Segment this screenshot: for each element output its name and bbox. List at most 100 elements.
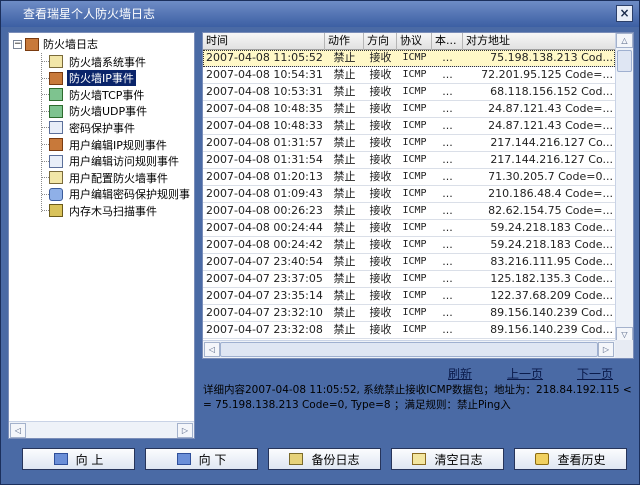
cell-protocol: ICMP <box>402 120 427 131</box>
cell-remote-address: 83.216.111.95 Code... <box>490 255 613 268</box>
cell-action: 禁止 <box>333 85 356 98</box>
move-down-label: 向 下 <box>198 452 227 467</box>
cell-local: ... <box>442 153 453 166</box>
column-header-remote-address[interactable]: 对方地址 <box>463 33 615 50</box>
cell-time: 2007-04-07 23:32:10 <box>206 306 323 319</box>
tree-item[interactable]: 防火墙IP事件 <box>49 70 136 87</box>
table-row[interactable]: 2007-04-08 00:24:44 禁止 接收 ICMP... 59.24.218.… <box>203 220 615 237</box>
grid-horizontal-scrollbar[interactable]: ◁ ▷ <box>203 340 615 358</box>
table-row[interactable]: 2007-04-08 10:48:33 禁止 接收 ICMP... 24.87.121.… <box>203 118 615 135</box>
table-row[interactable]: 2007-04-08 01:31:57 禁止 接收 ICMP... 217.144.21… <box>203 135 615 152</box>
refresh-link[interactable]: 刷新 <box>448 365 472 382</box>
cell-action: 禁止 <box>333 136 356 149</box>
cell-local: ... <box>442 221 453 234</box>
cell-action: 禁止 <box>333 119 356 132</box>
cell-local: ... <box>442 119 453 132</box>
cell-local: ... <box>442 272 453 285</box>
grid-vertical-scrollbar[interactable]: △ ▽ <box>615 33 633 342</box>
scroll-left-icon[interactable]: ◁ <box>10 423 26 438</box>
tree-item[interactable]: 防火墙系统事件 <box>49 53 148 70</box>
cell-time: 2007-04-08 00:24:44 <box>206 221 323 234</box>
tree-item[interactable]: 用户编辑密码保护规则事 <box>49 186 192 203</box>
view-history-button[interactable]: 查看历史 <box>514 448 627 470</box>
tree-root-firewall-log[interactable]: − 防火墙日志 <box>13 36 98 52</box>
tree-item[interactable]: 用户编辑访问规则事件 <box>49 153 181 170</box>
cell-local: ... <box>442 289 453 302</box>
close-icon: × <box>619 6 630 20</box>
cell-remote-address: 24.87.121.43 Code=... <box>488 119 613 132</box>
table-row[interactable]: 2007-04-08 00:26:23 禁止 接收 ICMP... 82.62.154.… <box>203 203 615 220</box>
cell-local: ... <box>442 68 453 81</box>
scroll-up-icon[interactable]: △ <box>616 33 633 48</box>
cell-protocol: ICMP <box>402 171 427 182</box>
cell-action: 禁止 <box>333 51 356 64</box>
cell-protocol: ICMP <box>402 239 427 250</box>
event-detail-text: 详细内容2007-04-08 11:05:52, 系统禁止接收ICMP数据包；地… <box>203 384 632 411</box>
cell-direction: 接收 <box>369 238 392 251</box>
cell-remote-address: 75.198.138.213 Cod... <box>490 51 613 64</box>
cell-protocol: ICMP <box>402 103 427 114</box>
clear-log-icon <box>412 453 427 465</box>
horizontal-scroll-thumb[interactable] <box>220 342 598 357</box>
column-header-time[interactable]: 时间 <box>203 33 325 50</box>
table-row[interactable]: 2007-04-07 23:40:54 禁止 接收 ICMP... 83.216.111… <box>203 254 615 271</box>
table-row[interactable]: 2007-04-08 00:24:42 禁止 接收 ICMP... 59.24.218.… <box>203 237 615 254</box>
title-bar[interactable]: 查看瑞星个人防火墙日志 × <box>1 1 639 27</box>
view-history-label: 查看历史 <box>557 452 606 467</box>
table-row[interactable]: 2007-04-08 10:53:31 禁止 接收 ICMP... 68.118.156… <box>203 84 615 101</box>
table-row[interactable]: 2007-04-08 01:20:13 禁止 接收 ICMP... 71.30.205.… <box>203 169 615 186</box>
column-header-direction[interactable]: 方向 <box>364 33 397 50</box>
table-row[interactable]: 2007-04-07 23:35:14 禁止 接收 ICMP... 122.37.68.… <box>203 288 615 305</box>
scroll-right-icon[interactable]: ▷ <box>598 342 614 357</box>
tree-item[interactable]: 用户编辑IP规则事件 <box>49 136 169 153</box>
cell-remote-address: 125.182.135.3 Code... <box>490 272 613 285</box>
arrow-left-icon <box>53 453 68 465</box>
table-row[interactable]: 2007-04-08 11:05:52 禁止 接收 ICMP... 75.198.138… <box>203 50 615 67</box>
cell-direction: 接收 <box>369 51 392 64</box>
tree-item-label: 用户编辑密码保护规则事 <box>69 188 190 202</box>
tree-item[interactable]: 内存木马扫描事件 <box>49 202 159 219</box>
tree-item[interactable]: 防火墙UDP事件 <box>49 103 149 120</box>
log-category-tree-panel: − 防火墙日志 防火墙系统事件 防火墙IP事件 防火墙TCP事件 防火墙UDP事件 密码… <box>8 32 195 439</box>
table-row[interactable]: 2007-04-08 10:54:31 禁止 接收 ICMP... 72.201.95.… <box>203 67 615 84</box>
cell-remote-address: 24.87.121.43 Code=... <box>488 102 613 115</box>
cell-remote-address: 59.24.218.183 Code... <box>490 221 613 234</box>
tree-root-label: 防火墙日志 <box>43 38 98 51</box>
column-header-protocol[interactable]: 协议 <box>397 33 432 50</box>
cell-protocol: ICMP <box>402 273 427 284</box>
exe-icon <box>49 121 63 135</box>
column-header-local[interactable]: 本... <box>432 33 463 50</box>
tree-item[interactable]: 用户配置防火墙事件 <box>49 169 170 186</box>
column-header-action[interactable]: 动作 <box>325 33 364 50</box>
scroll-left-icon[interactable]: ◁ <box>204 342 220 357</box>
cell-action: 禁止 <box>333 187 356 200</box>
next-page-link[interactable]: 下一页 <box>577 365 613 382</box>
move-down-button[interactable]: 向 下 <box>145 448 258 470</box>
cell-protocol: ICMP <box>402 137 427 148</box>
cell-direction: 接收 <box>369 221 392 234</box>
tree-horizontal-scrollbar[interactable]: ◁ ▷ <box>9 421 194 438</box>
cell-local: ... <box>442 255 453 268</box>
table-row[interactable]: 2007-04-07 23:37:05 禁止 接收 ICMP... 125.182.13… <box>203 271 615 288</box>
table-row[interactable]: 2007-04-08 01:09:43 禁止 接收 ICMP... 210.186.48… <box>203 186 615 203</box>
cell-action: 禁止 <box>333 204 356 217</box>
table-row[interactable]: 2007-04-07 23:32:10 禁止 接收 ICMP... 89.156.140… <box>203 305 615 322</box>
cell-time: 2007-04-08 10:53:31 <box>206 85 323 98</box>
move-up-button[interactable]: 向 上 <box>22 448 135 470</box>
table-row[interactable]: 2007-04-08 10:48:35 禁止 接收 ICMP... 24.87.121.… <box>203 101 615 118</box>
table-row[interactable]: 2007-04-08 01:31:54 禁止 接收 ICMP... 217.144.21… <box>203 152 615 169</box>
cell-time: 2007-04-08 10:48:35 <box>206 102 323 115</box>
tree-item[interactable]: 密码保护事件 <box>49 119 137 136</box>
document-icon <box>49 55 63 68</box>
prev-page-link[interactable]: 上一页 <box>507 365 543 382</box>
close-button[interactable]: × <box>616 5 633 22</box>
backup-log-button[interactable]: 备份日志 <box>268 448 381 470</box>
table-row[interactable]: 2007-04-07 23:32:08 禁止 接收 ICMP... 89.156.140… <box>203 322 615 339</box>
tree-item-label: 用户配置防火墙事件 <box>69 171 168 185</box>
clear-log-button[interactable]: 清空日志 <box>391 448 504 470</box>
scroll-right-icon[interactable]: ▷ <box>177 423 193 438</box>
vertical-scroll-thumb[interactable] <box>617 50 632 72</box>
tree-item[interactable]: 防火墙TCP事件 <box>49 86 146 103</box>
collapse-icon[interactable]: − <box>13 39 22 49</box>
cell-time: 2007-04-07 23:37:05 <box>206 272 323 285</box>
